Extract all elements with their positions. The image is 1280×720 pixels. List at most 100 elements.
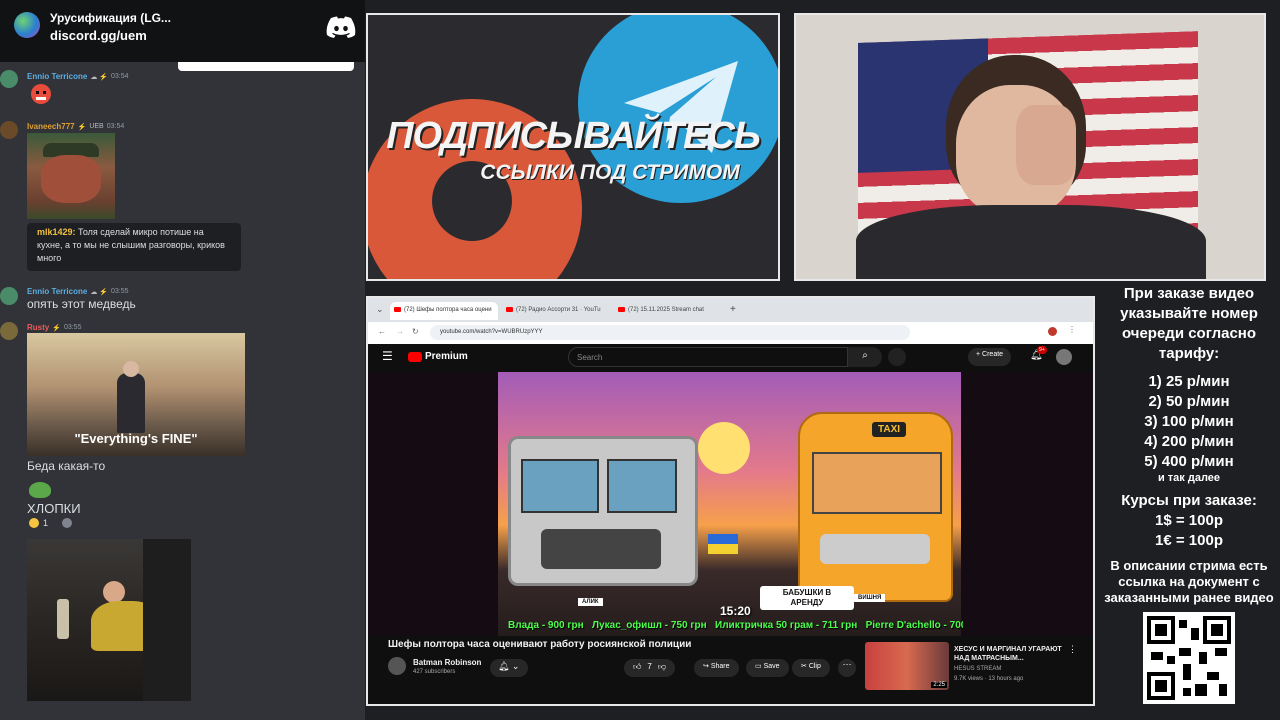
message-header: Ennio Terricone ☁ ⚡ 03:54 xyxy=(27,72,129,81)
subscriber-count: 427 subscribers xyxy=(413,669,456,675)
address-bar-row: ← → ↻ youtube.com/watch?v=WUBRUzpYYY ⋮ xyxy=(368,322,1093,344)
thumbs-up-icon: 👍︎ xyxy=(633,662,642,671)
meme-image: "Everything's FINE" xyxy=(27,333,245,456)
description-note: В описании стрима есть ссылка на докумен… xyxy=(1104,558,1274,605)
search-placeholder: Search xyxy=(577,353,603,362)
badge-icon: ⚡ xyxy=(77,123,87,131)
search-button[interactable]: ⌕ xyxy=(848,347,882,367)
badge-icon: ⚡ xyxy=(52,324,61,332)
taxi-sign: TAXI xyxy=(872,422,907,437)
tab-label: (72) Радио Ассорти 31 · YouTu xyxy=(516,307,601,313)
notification-bell-button[interactable]: 🔔︎ ⌄ xyxy=(490,659,528,677)
webcam-panel xyxy=(794,13,1266,281)
profile-avatar-icon[interactable] xyxy=(1048,327,1057,336)
server-name: Урусификация (LG... xyxy=(50,11,171,25)
notification-count: 9+ xyxy=(1037,346,1047,354)
recommended-channel: HESUS STREAM xyxy=(954,666,1002,672)
subscribe-promo-panel: ПОДПИСЫВАЙТЕСЬ ССЫЛКИ ПОД СТРИМОМ xyxy=(366,13,780,281)
tab[interactable]: (72) Радио Ассорти 31 · YouTu xyxy=(502,302,610,320)
youtube-logo-icon xyxy=(408,351,422,362)
badge-icon: ☁ ⚡ xyxy=(90,288,108,296)
like-button[interactable]: 👍︎ 7 👎︎ xyxy=(624,659,675,677)
share-button[interactable]: ↪ Share xyxy=(694,659,739,677)
create-button[interactable]: + Create xyxy=(968,348,1012,366)
truck-vehicle xyxy=(508,436,698,586)
message-text: опять этот медведь xyxy=(27,297,136,311)
rate-item: 1€ = 100р xyxy=(1155,532,1223,549)
recommended-thumbnail[interactable]: 2:25 xyxy=(865,642,949,690)
reload-icon[interactable]: ↻ xyxy=(412,327,419,336)
tariff-item: 2) 50 р/мин xyxy=(1148,393,1230,410)
video-timestamp: 15:20 xyxy=(720,604,751,618)
promo-subtitle: ССЫЛКИ ПОД СТРИМОМ xyxy=(480,161,740,184)
server-icon xyxy=(14,12,40,38)
tariff-item: 3) 100 р/мин xyxy=(1144,413,1234,430)
message-header: Rusty ⚡ 03:55 xyxy=(27,323,81,332)
reaction[interactable]: 1 xyxy=(29,518,73,528)
discord-chat-overlay: Урусификация (LG... discord.gg/uem Ennio… xyxy=(0,0,365,720)
like-count: 7 xyxy=(647,662,652,671)
recommended-duration: 2:25 xyxy=(931,682,947,688)
meme-caption: "Everything's FINE" xyxy=(74,431,198,446)
message-header: Ivaneech777 ⚡ UEB 03:54 xyxy=(27,122,124,131)
avatar xyxy=(0,70,18,88)
tab-active[interactable]: (72) Шефы полтора часа оцени xyxy=(390,302,498,320)
youtube-logo[interactable]: Premium xyxy=(408,351,468,362)
chat-input-bar[interactable] xyxy=(178,62,354,71)
video-player[interactable]: TAXI БАБУШКИ В АРЕНДУ АЛИК ВИШНЯ 15:20 В… xyxy=(368,372,1093,636)
youtube-favicon-icon xyxy=(618,307,625,312)
thumb-name-vishnya: ВИШНЯ xyxy=(854,594,886,602)
author-name: Ennio Terricone xyxy=(27,72,88,81)
message-header: Ennio Terricone ☁ ⚡ 03:55 xyxy=(27,287,129,296)
account-avatar[interactable] xyxy=(1056,349,1072,365)
timestamp: 03:54 xyxy=(106,123,125,130)
rates-title: Курсы при заказе: xyxy=(1121,492,1257,509)
tab[interactable]: (72) 15.11.2025 Stream chat xyxy=(614,302,722,320)
reply-card: mlk1429: Толя сделай микро потише на кух… xyxy=(27,223,241,271)
timestamp: 03:55 xyxy=(110,288,129,295)
search-input[interactable]: Search xyxy=(568,347,848,367)
recommended-meta: 9.7K views · 13 hours ago xyxy=(954,676,1024,682)
avatar xyxy=(0,121,18,139)
new-tab-button[interactable]: + xyxy=(730,304,736,315)
video-title: Шефы полтора часа оценивают работу росия… xyxy=(388,639,692,650)
clip-button[interactable]: ✂ Clip xyxy=(792,659,830,677)
save-button[interactable]: ▭ Save xyxy=(746,659,789,677)
avatar xyxy=(0,287,18,305)
recommended-title[interactable]: ХЕСУС И МАРГИНАЛ УГАРАЮТ НАД МАТРАСНЫМ..… xyxy=(954,645,1064,663)
discord-server-header: Урусификация (LG... discord.gg/uem xyxy=(0,0,365,62)
browser-window: ⌄ (72) Шефы полтора часа оцени (72) Ради… xyxy=(366,296,1095,706)
channel-name[interactable]: Batman Robinson xyxy=(413,658,481,667)
menu-icon[interactable]: ⋮ xyxy=(1068,325,1076,334)
hamburger-menu-icon[interactable]: ☰ xyxy=(382,349,393,363)
order-heading: При заказе видео указывайте номер очеред… xyxy=(1120,285,1258,362)
tab-label: (72) 15.11.2025 Stream chat xyxy=(628,307,704,313)
message-text: Беда какая-то xyxy=(27,459,106,473)
voice-search-icon[interactable] xyxy=(888,348,906,366)
reply-author: mlk1429 xyxy=(37,227,73,237)
rate-item: 1$ = 100р xyxy=(1155,512,1223,529)
discord-logo-icon xyxy=(326,16,356,38)
back-icon[interactable]: ← xyxy=(378,327,386,336)
tab-list-icon[interactable]: ⌄ xyxy=(376,304,384,315)
thumbs-down-icon[interactable]: 👎︎ xyxy=(658,662,666,674)
channel-avatar[interactable] xyxy=(388,657,406,675)
url-field[interactable]: youtube.com/watch?v=WUBRUzpYYY xyxy=(430,325,910,340)
ukraine-flag xyxy=(708,534,738,554)
streamer-hand xyxy=(1016,105,1076,185)
add-reaction-icon[interactable] xyxy=(62,518,73,528)
badge-icon: ☁ ⚡ xyxy=(90,73,108,81)
avatar xyxy=(0,322,18,340)
forward-icon[interactable]: → xyxy=(396,327,404,336)
browser-chrome: ⌄ (72) Шефы полтора часа оцени (72) Ради… xyxy=(368,298,1093,344)
donation-ticker: Влада - 900 грн Лукас_офишл - 750 грн Ил… xyxy=(508,620,963,631)
premium-label: Premium xyxy=(425,351,468,362)
server-invite-link[interactable]: discord.gg/uem xyxy=(50,28,147,43)
more-actions-button[interactable]: ⋯ xyxy=(838,659,856,677)
qr-code[interactable] xyxy=(1143,612,1235,704)
reaction-count: 1 xyxy=(43,518,49,528)
thumb-name-alik: АЛИК xyxy=(578,598,603,606)
recommended-menu-icon[interactable]: ⋮ xyxy=(1068,644,1077,655)
qr-code-icon xyxy=(1147,616,1231,700)
thumb-label: БАБУШКИ В АРЕНДУ xyxy=(760,586,854,610)
